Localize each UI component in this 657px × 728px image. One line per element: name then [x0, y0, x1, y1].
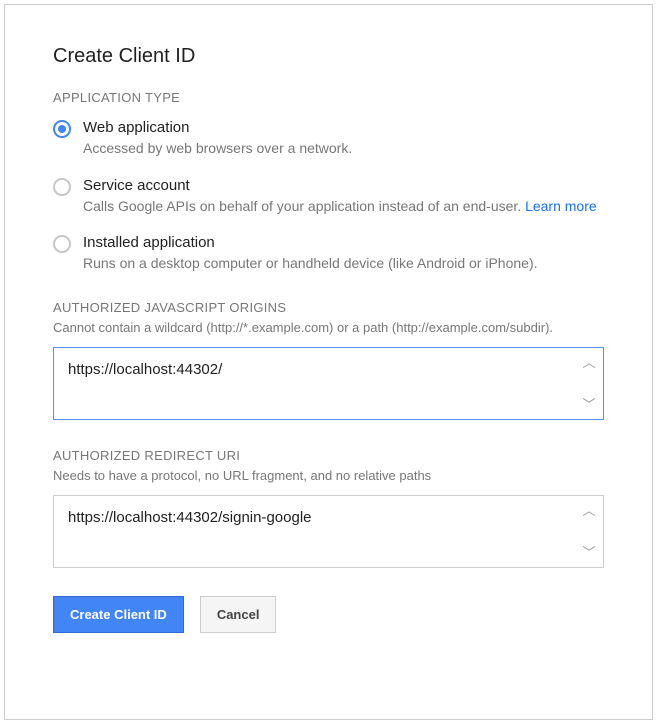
learn-more-link[interactable]: Learn more: [525, 197, 597, 217]
js-origins-help: Cannot contain a wildcard (http://*.exam…: [53, 319, 604, 337]
create-client-id-panel: Create Client ID APPLICATION TYPE Web ap…: [4, 4, 653, 720]
redirect-uri-field-wrap: ︿ ﹀: [53, 495, 604, 568]
radio-icon: [53, 120, 71, 138]
radio-icon: [53, 178, 71, 196]
js-origins-field-wrap: ︿ ﹀: [53, 347, 604, 420]
radio-label: Installed application: [83, 234, 604, 251]
chevron-down-icon[interactable]: ﹀: [582, 398, 595, 411]
redirect-uri-input[interactable]: [54, 496, 575, 562]
radio-description: Runs on a desktop computer or handheld d…: [83, 254, 604, 274]
js-origins-input[interactable]: [54, 348, 575, 414]
redirect-uri-help: Needs to have a protocol, no URL fragmen…: [53, 467, 604, 485]
radio-label: Service account: [83, 177, 604, 194]
scroll-arrows: ︿ ﹀: [581, 504, 597, 559]
chevron-down-icon[interactable]: ﹀: [582, 546, 595, 559]
radio-label: Web application: [83, 119, 604, 136]
radio-description: Calls Google APIs on behalf of your appl…: [83, 197, 604, 217]
create-client-id-button[interactable]: Create Client ID: [53, 596, 184, 633]
redirect-uri-label: AUTHORIZED REDIRECT URI: [53, 448, 604, 463]
radio-icon: [53, 235, 71, 253]
js-origins-label: AUTHORIZED JAVASCRIPT ORIGINS: [53, 300, 604, 315]
button-row: Create Client ID Cancel: [53, 596, 604, 633]
application-type-group: Web application Accessed by web browsers…: [53, 119, 604, 274]
chevron-up-icon[interactable]: ︿: [582, 356, 595, 369]
cancel-button[interactable]: Cancel: [200, 596, 277, 633]
application-type-label: APPLICATION TYPE: [53, 90, 604, 105]
radio-web-application[interactable]: Web application Accessed by web browsers…: [53, 119, 604, 159]
chevron-up-icon[interactable]: ︿: [582, 504, 595, 517]
radio-installed-application[interactable]: Installed application Runs on a desktop …: [53, 234, 604, 274]
scroll-arrows: ︿ ﹀: [581, 356, 597, 411]
radio-service-account[interactable]: Service account Calls Google APIs on beh…: [53, 177, 604, 217]
radio-description: Accessed by web browsers over a network.: [83, 139, 604, 159]
page-title: Create Client ID: [53, 45, 604, 68]
